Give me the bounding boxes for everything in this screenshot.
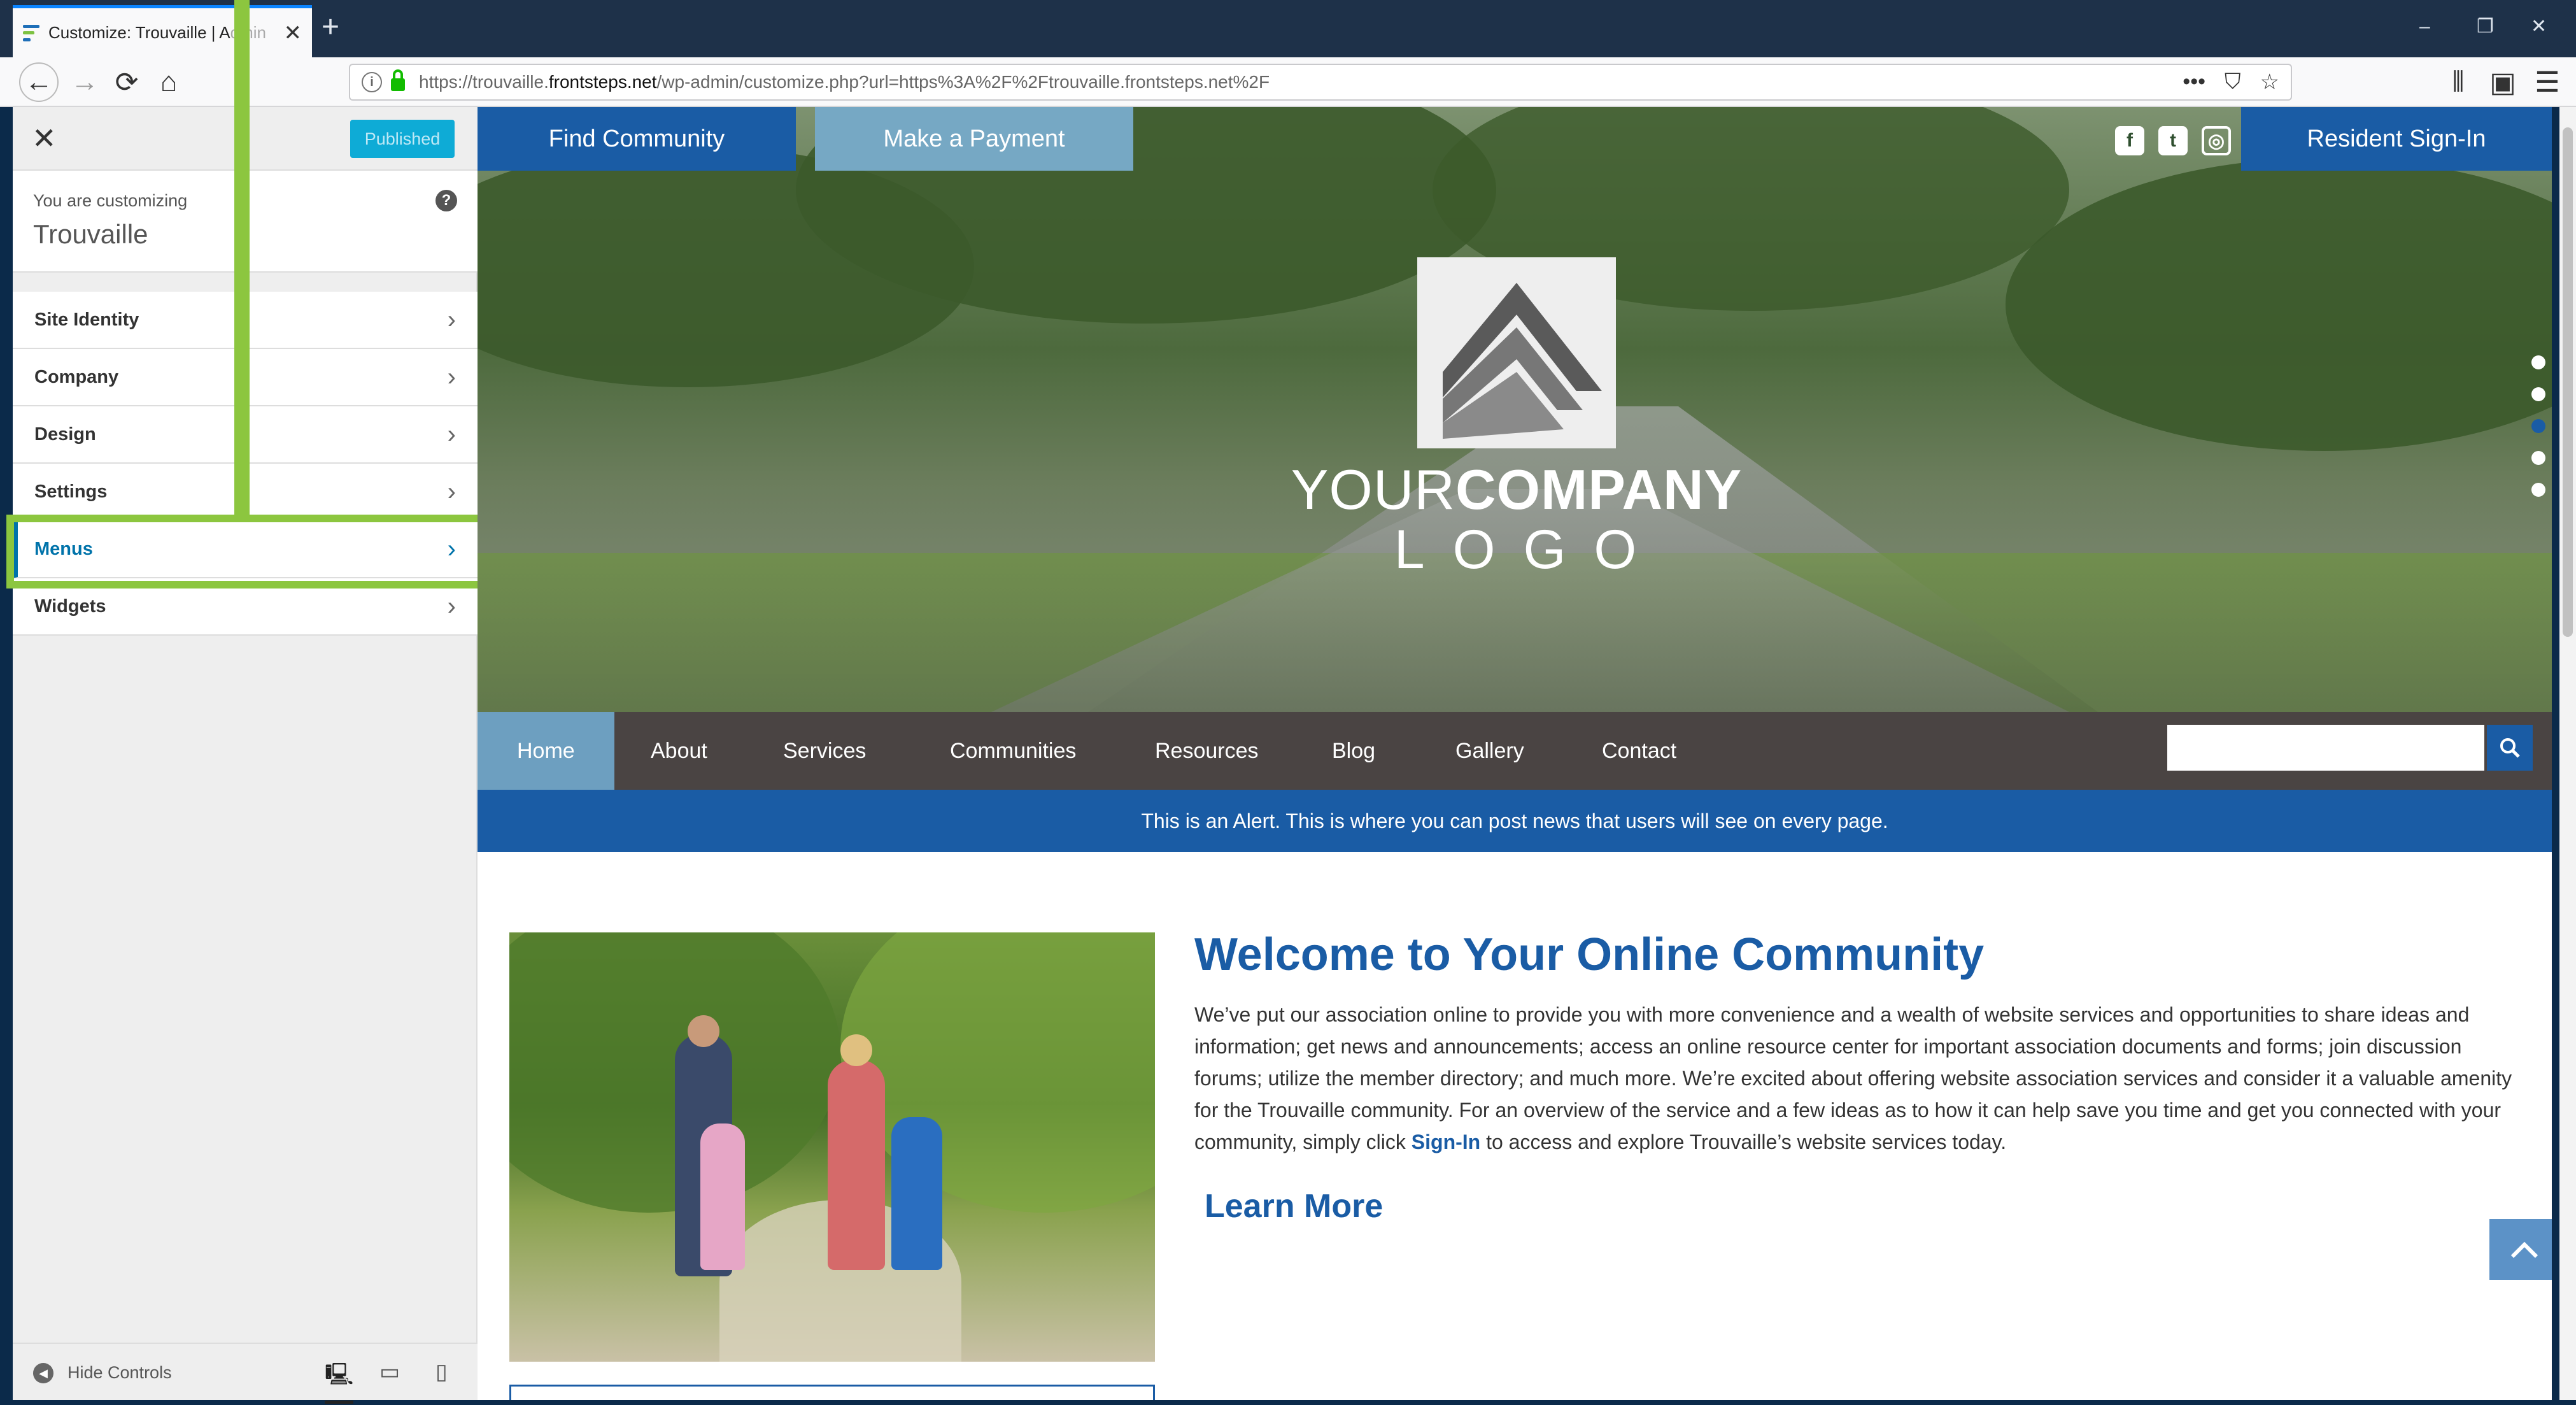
chevron-right-icon: ›	[447, 592, 456, 620]
nav-item-gallery[interactable]: Gallery	[1416, 712, 1564, 790]
signin-link[interactable]: Sign-In	[1412, 1130, 1480, 1153]
twitter-icon[interactable]: t	[2158, 126, 2188, 155]
annotation-highlight-box	[6, 515, 486, 588]
resident-signin-button[interactable]: Resident Sign-In	[2241, 107, 2552, 171]
annotation-line	[234, 0, 250, 515]
family-photo	[509, 932, 1155, 1362]
chevron-right-icon: ›	[447, 477, 456, 506]
main-nav: Home About Services Communities Resource…	[478, 712, 2552, 790]
nav-item-services[interactable]: Services	[744, 712, 905, 790]
hero-banner: Find Community Make a Payment f t ◎ Resi…	[478, 107, 2552, 712]
chevron-right-icon: ›	[447, 362, 456, 391]
chevron-right-icon: ›	[447, 305, 456, 334]
logo-mark-icon	[1443, 283, 1602, 439]
instagram-icon[interactable]: ◎	[2202, 126, 2231, 155]
search-button[interactable]	[2487, 725, 2533, 771]
company-logo-mark	[1417, 257, 1616, 448]
home-button[interactable]: ⌂	[149, 62, 188, 102]
close-tab-icon[interactable]: ✕	[284, 20, 302, 46]
slider-dot[interactable]	[2531, 483, 2545, 497]
nav-item-contact[interactable]: Contact	[1562, 712, 1716, 790]
reload-button[interactable]: ⟳	[107, 62, 146, 102]
bookmark-star-icon[interactable]: ☆	[2260, 69, 2279, 95]
help-icon[interactable]: ?	[435, 190, 457, 211]
slider-dot-active[interactable]	[2531, 419, 2545, 433]
lock-icon	[391, 69, 405, 91]
tree-canopy	[2006, 158, 2552, 451]
browser-tab[interactable]: Customize: Trouvaille | Admin ✕	[13, 5, 312, 57]
close-customizer-icon[interactable]: ✕	[32, 121, 57, 155]
library-icon[interactable]: ⫴	[2438, 62, 2478, 102]
restore-button[interactable]: ❐	[2477, 14, 2494, 39]
chevron-up-icon	[2510, 1241, 2538, 1259]
customizing-label: You are customizing	[33, 191, 188, 210]
back-to-top-button[interactable]	[2489, 1219, 2552, 1280]
nav-item-resources[interactable]: Resources	[1115, 712, 1298, 790]
logo-text: YOURCOMPANY	[1291, 458, 1743, 521]
new-tab-button[interactable]: +	[322, 11, 339, 43]
collapse-icon[interactable]: ◀	[33, 1363, 53, 1383]
page-actions-icon[interactable]: •••	[2183, 69, 2205, 95]
url-text: https://trouvaille.frontsteps.net/wp-adm…	[419, 72, 1270, 92]
customizer-footer: ◀ Hide Controls 🖳 ▭ ▯	[13, 1343, 478, 1404]
scrollbar-thumb[interactable]	[2563, 127, 2573, 637]
info-icon[interactable]: i	[362, 72, 382, 92]
slider-dot[interactable]	[2531, 355, 2545, 369]
logo-subtext: LOGO	[1394, 519, 1665, 580]
search-input[interactable]	[2167, 725, 2484, 771]
favicon-icon	[23, 24, 39, 41]
chevron-right-icon: ›	[447, 420, 456, 448]
nav-item-home[interactable]: Home	[478, 712, 614, 790]
close-window-button[interactable]: ✕	[2531, 14, 2547, 39]
forward-button[interactable]: →	[65, 62, 104, 102]
make-payment-button[interactable]: Make a Payment	[815, 107, 1133, 171]
tablet-preview-icon[interactable]: ▭	[379, 1359, 400, 1385]
nav-item-about[interactable]: About	[611, 712, 747, 790]
address-bar[interactable]: i https://trouvaille.frontsteps.net/wp-a…	[349, 64, 2292, 101]
back-button[interactable]: ←	[19, 62, 59, 102]
welcome-body: We’ve put our association online to prov…	[1194, 1003, 2512, 1153]
menu-icon[interactable]: ☰	[2528, 62, 2567, 102]
slider-dot[interactable]	[2531, 451, 2545, 465]
nav-item-blog[interactable]: Blog	[1292, 712, 1415, 790]
site-preview: Find Community Make a Payment f t ◎ Resi…	[478, 107, 2552, 1400]
sidebar-toggle-icon[interactable]: ▣	[2483, 62, 2523, 102]
publish-button[interactable]: Published	[350, 120, 455, 158]
browser-tab-bar	[0, 0, 2576, 57]
minimize-button[interactable]: –	[2419, 14, 2430, 39]
mobile-preview-icon[interactable]: ▯	[435, 1359, 448, 1385]
hide-controls-button[interactable]: Hide Controls	[67, 1363, 172, 1383]
image-caption-frame	[509, 1385, 1155, 1400]
facebook-icon[interactable]: f	[2115, 126, 2144, 155]
find-community-button[interactable]: Find Community	[478, 107, 796, 171]
learn-more-link[interactable]: Learn More	[1205, 1187, 1383, 1225]
search-icon	[2500, 738, 2520, 758]
slider-dot[interactable]	[2531, 387, 2545, 401]
nav-item-communities[interactable]: Communities	[910, 712, 1115, 790]
alert-banner: This is an Alert. This is where you can …	[478, 790, 2552, 852]
site-name: Trouvaille	[33, 219, 148, 249]
welcome-heading: Welcome to Your Online Community	[1194, 929, 1985, 980]
pocket-icon[interactable]: ⛉	[2225, 69, 2241, 95]
desktop-preview-icon[interactable]: 🖳	[325, 1359, 354, 1404]
